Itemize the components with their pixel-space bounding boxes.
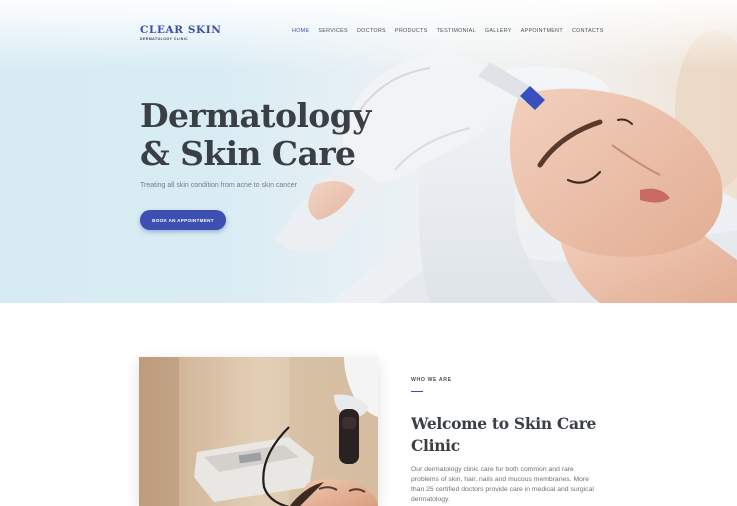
nav-item-services[interactable]: SERVICES (318, 28, 348, 34)
hero-subtitle: Treating all skin condition from acne to… (140, 182, 297, 189)
about-text: Our dermatology clinic care for both com… (411, 466, 594, 503)
hero-title-line2: & Skin Care (140, 134, 356, 173)
hero-title: Dermatology & Skin Care (140, 97, 400, 173)
clinic-treatment-image (139, 357, 378, 506)
nav-item-home[interactable]: HOME (292, 28, 309, 34)
brand-name: CLEAR SKIN (140, 24, 222, 36)
nav-item-appointment[interactable]: APPOINTMENT (521, 28, 563, 34)
brand-subtitle: DERMATOLOGY CLINIC (140, 37, 189, 41)
book-appointment-button[interactable]: BOOK AN APPOINTMENT (140, 210, 226, 230)
hero-top-fade (0, 0, 737, 70)
nav-item-doctors[interactable]: DOCTORS (357, 28, 386, 34)
eyebrow-divider (411, 391, 423, 392)
about-title: Welcome to Skin Care Clinic (411, 414, 597, 455)
hero-title-line1: Dermatology (140, 96, 371, 135)
nav-item-contacts[interactable]: CONTACTS (572, 28, 604, 34)
hero-section: CLEAR SKIN DERMATOLOGY CLINIC HOME SERVI… (0, 0, 737, 303)
main-nav: HOME SERVICES DOCTORS PRODUCTS TESTIMONI… (292, 28, 604, 34)
nav-item-gallery[interactable]: GALLERY (485, 28, 512, 34)
nav-item-testimonial[interactable]: TESTIMONIAL (437, 28, 476, 34)
brand-logo[interactable]: CLEAR SKIN DERMATOLOGY CLINIC (140, 24, 222, 41)
nav-item-products[interactable]: PRODUCTS (395, 28, 428, 34)
about-photo (139, 357, 378, 506)
about-eyebrow: WHO WE ARE (411, 377, 452, 383)
